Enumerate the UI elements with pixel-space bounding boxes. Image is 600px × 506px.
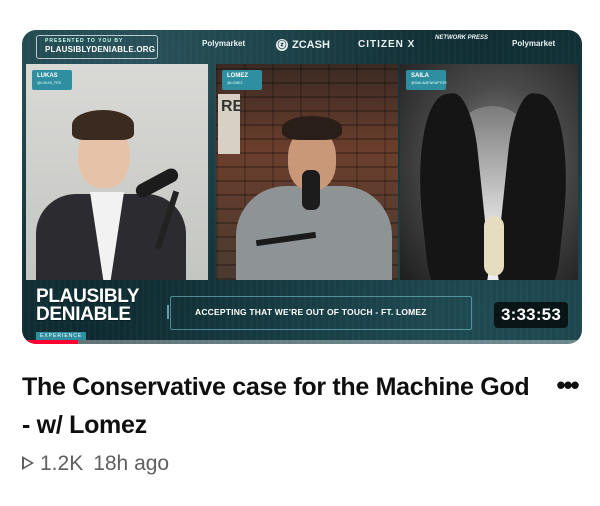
episode-title-box: ACCEPTING THAT WE'RE OUT OF TOUCH - FT. … xyxy=(167,296,472,330)
presented-by-box: PRESENTED TO YOU BY PLAUSIBLYDENIABLE.OR… xyxy=(36,35,158,59)
duration-badge: 3:33:53 xyxy=(494,302,568,328)
site-label: PLAUSIBLYDENIABLE.ORG xyxy=(45,45,156,54)
host-panel-right: SAILA @SAILAMENRAPTOR xyxy=(400,64,578,280)
video-thumbnail[interactable]: PRESENTED TO YOU BY PLAUSIBLYDENIABLE.OR… xyxy=(22,30,582,344)
upload-age: 18h ago xyxy=(93,452,170,475)
host-handle: @LUKAS_FRG xyxy=(37,81,62,85)
host-nametag: LUKAS @LUKAS_FRG xyxy=(32,70,72,90)
wall-sign: RE xyxy=(218,94,243,154)
sponsor-logo: CITIZEN X xyxy=(358,39,416,50)
view-count: 1.2K xyxy=(40,452,84,475)
watch-progress-track xyxy=(22,340,582,344)
show-logo-line2: DENIABLE xyxy=(36,304,131,325)
sponsor-logo: Polymarket xyxy=(512,39,556,48)
host-nametag: LOMEZ @LOMEZ xyxy=(222,70,262,90)
show-logo-tag: EXPERIENCE xyxy=(36,332,87,340)
video-title[interactable]: The Conservative case for the Machine Go… xyxy=(22,368,542,444)
microphone-icon xyxy=(302,170,320,210)
presented-by-label: PRESENTED TO YOU BY xyxy=(45,38,124,44)
host-handle: @LOMEZ xyxy=(227,81,243,85)
host-panel-left: LUKAS @LUKAS_FRG xyxy=(26,64,208,280)
host-name: LOMEZ xyxy=(227,73,248,79)
penguin-feet xyxy=(484,216,504,276)
video-meta: 1.2K 18h ago xyxy=(22,452,169,476)
host-nametag: SAILA @SAILAMENRAPTOR xyxy=(406,70,447,90)
episode-title: ACCEPTING THAT WE'RE OUT OF TOUCH - FT. … xyxy=(195,307,427,317)
host-name: LUKAS xyxy=(37,73,58,79)
show-logo: PLAUSIBLY DENIABLE EXPERIENCE xyxy=(36,287,140,342)
sponsor-logo: Polymarket xyxy=(202,39,246,48)
host-panel-center: RE LOMEZ @LOMEZ xyxy=(216,64,398,280)
host-handle: @SAILAMENRAPTOR xyxy=(411,81,447,85)
person-hair xyxy=(72,110,134,140)
watch-progress-fill xyxy=(22,340,78,344)
sponsor-logo: NETWORK PRESS xyxy=(435,35,489,41)
more-vertical-icon[interactable]: ••• xyxy=(548,370,586,400)
zcash-icon: ⓩ xyxy=(276,39,288,52)
sponsor-bar: PRESENTED TO YOU BY PLAUSIBLYDENIABLE.OR… xyxy=(22,30,582,62)
sponsor-logo: ⓩ ZCASH xyxy=(276,39,330,52)
host-name: SAILA xyxy=(411,73,429,79)
person-hair xyxy=(282,116,342,140)
play-outline-icon xyxy=(22,456,34,470)
